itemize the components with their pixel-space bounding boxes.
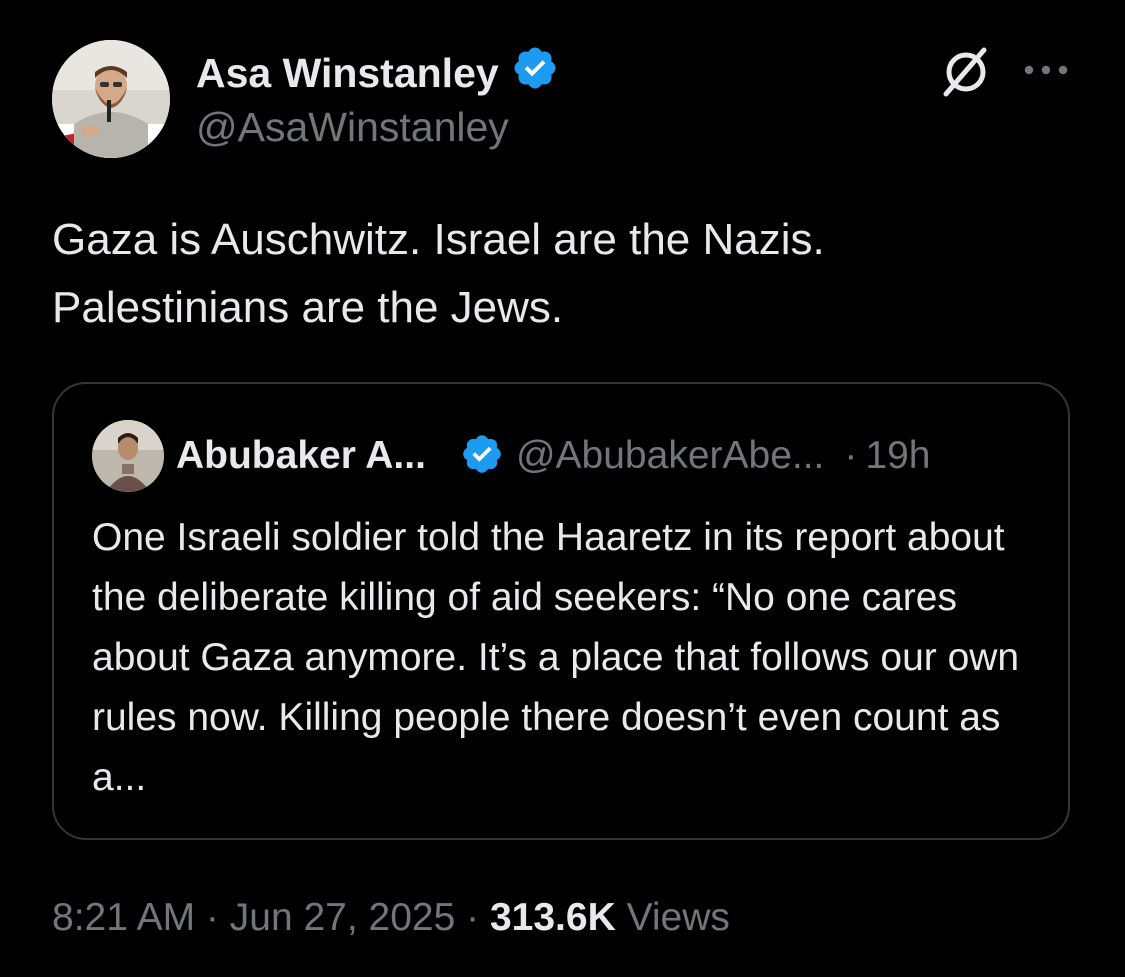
verified-badge-icon[interactable]	[511, 44, 559, 102]
more-options-icon[interactable]	[1022, 60, 1070, 80]
author-handle[interactable]: @AsaWinstanley	[196, 104, 509, 151]
meta-separator: ·	[455, 896, 490, 939]
quoted-tweet-card[interactable]: Abubaker A... @AbubakerAbe... · 19h One …	[52, 382, 1070, 840]
author-avatar[interactable]	[52, 40, 170, 158]
author-avatar-image	[52, 40, 170, 158]
tweet-text: Gaza is Auschwitz. Israel are the Nazis.…	[52, 215, 825, 332]
quoted-tweet-text: One Israeli soldier told the Haaretz in …	[92, 516, 1020, 799]
author-name-row[interactable]: Asa Winstanley	[196, 44, 559, 102]
quoted-author-handle[interactable]: @AbubakerAbe...	[516, 434, 824, 478]
quoted-author-avatar[interactable]	[92, 420, 164, 492]
quoted-author-name[interactable]: Abubaker A...	[176, 434, 426, 478]
views-label[interactable]: Views	[616, 896, 730, 939]
meta-separator: ·	[195, 896, 230, 939]
quoted-separator: ·	[844, 434, 858, 477]
author-name[interactable]: Asa Winstanley	[196, 50, 499, 97]
quoted-timestamp[interactable]: 19h	[865, 434, 930, 478]
post-meta: 8:21 AM · Jun 27, 2025 · 313.6K Views	[52, 896, 730, 940]
quoted-verified-badge-icon[interactable]	[460, 432, 504, 481]
post-date[interactable]: Jun 27, 2025	[230, 896, 456, 939]
quoted-author-avatar-image	[92, 420, 164, 492]
views-count[interactable]: 313.6K	[490, 896, 616, 939]
post-time[interactable]: 8:21 AM	[52, 896, 195, 939]
quoted-tweet-header: Abubaker A... @AbubakerAbe... · 19h	[92, 420, 1052, 492]
grok-icon[interactable]	[938, 44, 994, 100]
